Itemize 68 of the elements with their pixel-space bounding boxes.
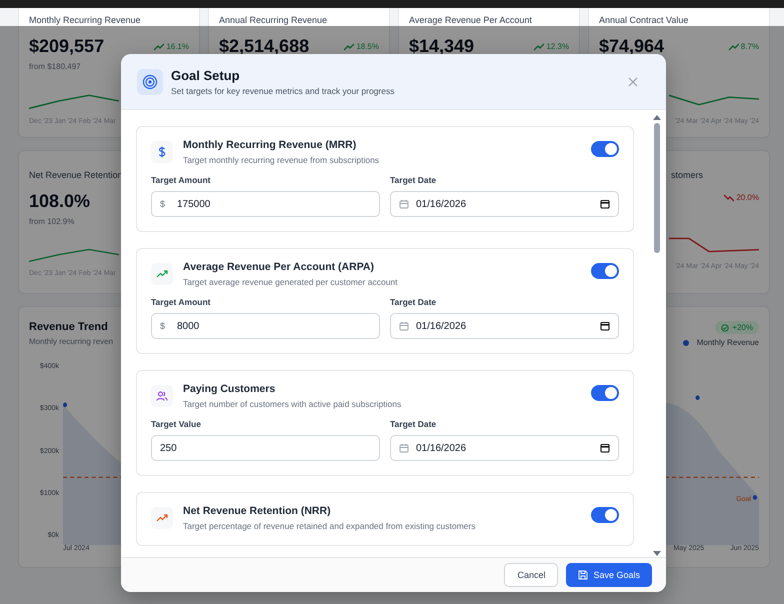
- cancel-button[interactable]: Cancel: [504, 563, 558, 587]
- users-icon: [151, 385, 173, 407]
- check-circle-icon: [721, 324, 730, 332]
- metric-change: 20.0%: [724, 193, 759, 202]
- metric-title: Annual Contract Value: [599, 14, 688, 27]
- metric-value: $2,514,688: [219, 36, 310, 57]
- dialog-subtitle: Set targets for key revenue metrics and track your progress: [171, 86, 396, 96]
- currency-prefix: $: [160, 321, 166, 331]
- metric-change: 16.1%: [154, 42, 189, 51]
- calendar-icon: [399, 443, 409, 453]
- metric-value: $14,349: [409, 36, 474, 57]
- dialog-title: Goal Setup: [171, 68, 241, 82]
- calendar-picker-icon[interactable]: [600, 321, 610, 331]
- date-input[interactable]: 01/16/2026: [390, 313, 619, 339]
- date-input[interactable]: 01/16/2026: [390, 191, 619, 217]
- growth-badge: +20%: [715, 321, 759, 334]
- metric-value: 108.0%: [29, 191, 90, 212]
- dollar-icon: [151, 141, 173, 163]
- calendar-icon: [399, 321, 409, 331]
- field-label: Target Amount: [151, 297, 212, 307]
- trend-up-icon: [344, 42, 354, 50]
- field-label: Target Date: [390, 175, 438, 185]
- goal-description: Target percentage of revenue retained and expanded from existing customers: [183, 521, 476, 531]
- scrollbar-thumb[interactable]: [654, 123, 660, 253]
- trend-up-icon: [534, 42, 544, 50]
- field-label: Target Amount: [151, 175, 212, 185]
- chart-title: Revenue Trend: [29, 321, 108, 333]
- calendar-picker-icon[interactable]: [600, 443, 610, 453]
- goal-toggle[interactable]: [591, 385, 619, 401]
- metric-value: $74,964: [599, 36, 664, 57]
- goal-toggle[interactable]: [591, 141, 619, 157]
- goal-description: Target monthly recurring revenue from subscriptions: [183, 155, 380, 165]
- goal-title: Monthly Recurring Revenue (MRR): [183, 139, 358, 151]
- goal-description: Target number of customers with active paid subscriptions: [183, 399, 402, 409]
- trend-up-icon: [154, 42, 164, 50]
- currency-prefix: $: [160, 199, 166, 209]
- metric-title: Average Revenue Per Account: [409, 14, 532, 27]
- goal-toggle[interactable]: [591, 263, 619, 279]
- field-label: Target Date: [390, 297, 438, 307]
- trend-down-icon: [724, 194, 734, 202]
- goal-title: Net Revenue Retention (NRR): [183, 505, 332, 517]
- field-label: Target Value: [151, 419, 202, 429]
- goal-description: Target average revenue generated per customer account: [183, 277, 399, 287]
- goal-title: Paying Customers: [183, 383, 276, 395]
- metric-change: 18.5%: [344, 42, 379, 51]
- metric-title: Monthly Recurring Revenue: [29, 14, 141, 27]
- trend-up-icon: [151, 263, 173, 285]
- trend-up-icon: [728, 42, 739, 50]
- target-input[interactable]: 250: [151, 435, 380, 461]
- field-label: Target Date: [390, 419, 438, 429]
- save-button[interactable]: Save Goals: [566, 563, 652, 587]
- metric-value: $209,557: [29, 36, 104, 57]
- metric-change: 12.3%: [534, 42, 569, 51]
- trend-up-icon: [151, 507, 173, 529]
- goal-title: Average Revenue Per Account (ARPA): [183, 261, 375, 273]
- target-icon: [137, 68, 163, 94]
- calendar-picker-icon[interactable]: [600, 199, 610, 209]
- chart-subtitle: Monthly recurring reven: [29, 337, 114, 346]
- metric-title: stomers: [670, 169, 703, 182]
- metric-baseline: from 102.9%: [29, 217, 74, 226]
- date-input[interactable]: 01/16/2026: [390, 435, 619, 461]
- calendar-icon: [399, 199, 409, 209]
- goal-toggle[interactable]: [591, 507, 619, 523]
- scroll-up-icon[interactable]: [653, 114, 661, 120]
- metric-title: Annual Recurring Revenue: [219, 14, 328, 27]
- chart-legend: Monthly Revenue: [682, 338, 759, 347]
- metric-change: 8.7%: [728, 42, 759, 51]
- metric-baseline: from $180,497: [29, 62, 81, 72]
